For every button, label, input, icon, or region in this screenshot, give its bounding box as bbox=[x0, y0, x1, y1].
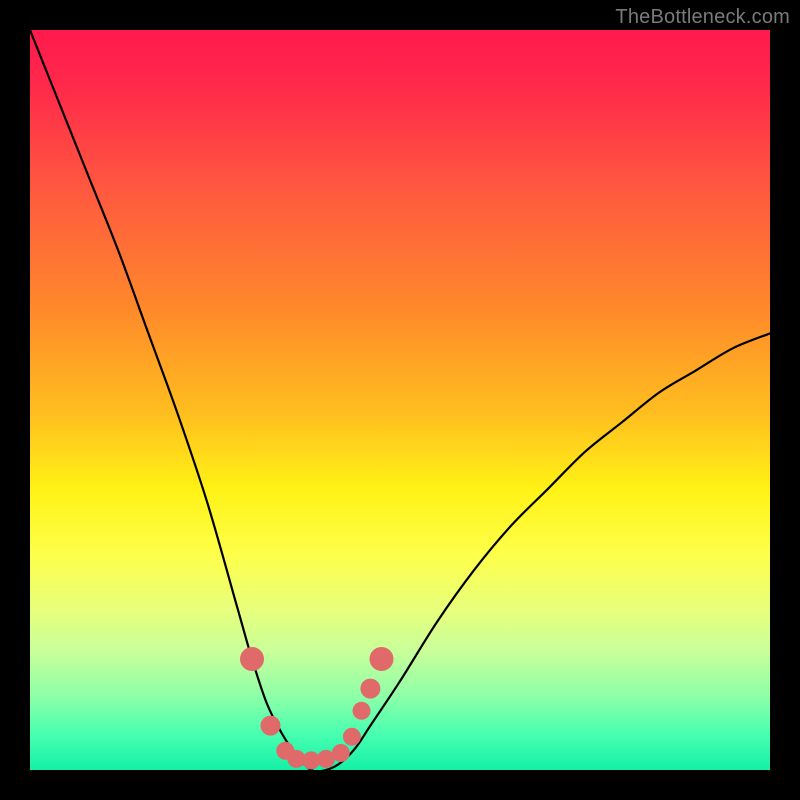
curve-marker bbox=[370, 647, 394, 671]
watermark-text: TheBottleneck.com bbox=[615, 6, 790, 29]
curve-markers bbox=[240, 647, 394, 769]
plot-area bbox=[30, 30, 770, 770]
bottleneck-curve-path bbox=[30, 30, 770, 770]
curve-marker bbox=[240, 647, 264, 671]
curve-marker bbox=[332, 744, 350, 762]
curve-marker bbox=[360, 679, 380, 699]
curve-marker bbox=[261, 716, 281, 736]
chart-frame: TheBottleneck.com bbox=[0, 0, 800, 800]
curve-marker bbox=[343, 728, 361, 746]
curve-marker bbox=[353, 702, 371, 720]
bottleneck-chart bbox=[30, 30, 770, 770]
